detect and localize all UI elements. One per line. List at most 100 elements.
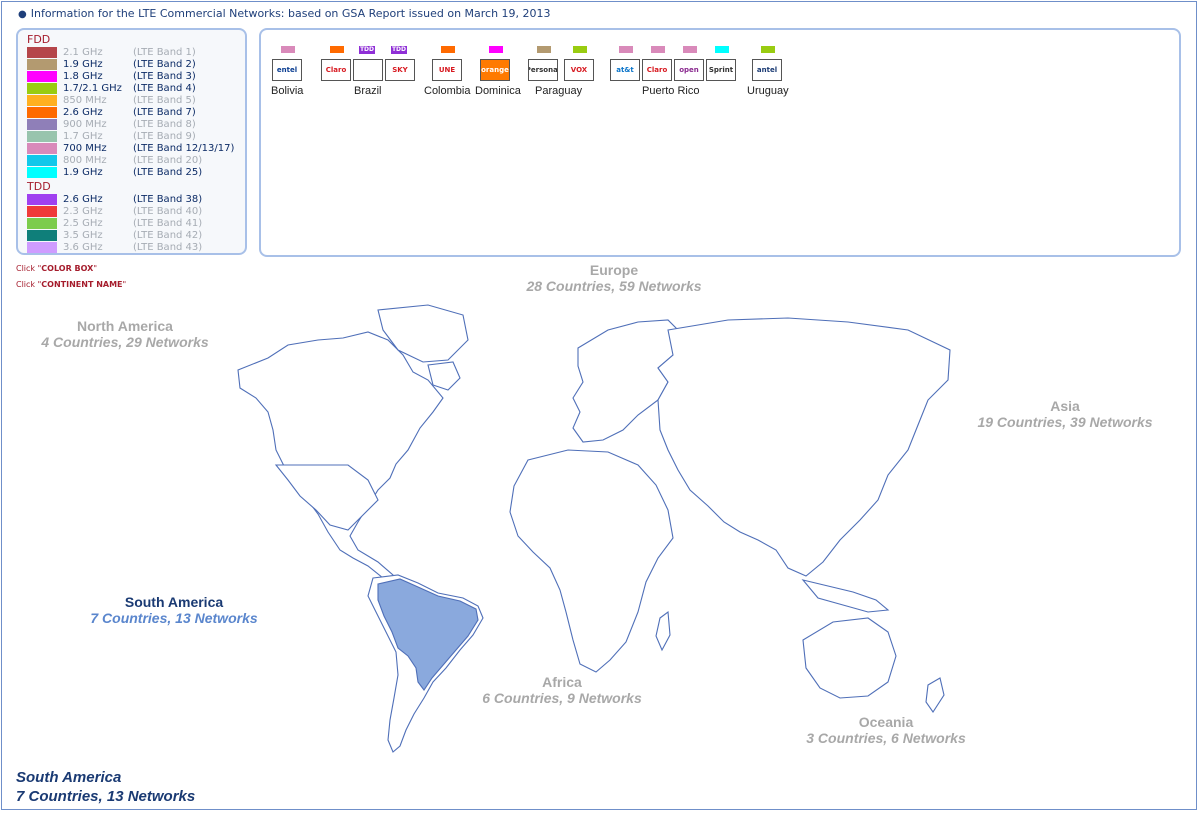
legend-frequency: 850 MHz (63, 95, 107, 106)
fdd-color-box[interactable] (27, 143, 57, 154)
north-america-landmass[interactable] (237, 304, 469, 583)
fdd-color-box[interactable] (27, 167, 57, 178)
tdd-badge: TDD (359, 46, 375, 54)
operator-logo[interactable]: Sprint (706, 59, 736, 81)
fdd-color-box[interactable] (27, 83, 57, 94)
tdd-badge: TDD (391, 46, 407, 54)
band-color-marker (281, 46, 295, 53)
band-color-marker (537, 46, 551, 53)
continent-europe-stats: 28 Countries, 59 Networks (526, 278, 702, 294)
tdd-color-box[interactable] (27, 206, 57, 217)
operator-logo[interactable]: SKY (385, 59, 415, 81)
continent-oceania-name[interactable]: Oceania (786, 714, 986, 730)
fdd-color-box[interactable] (27, 119, 57, 130)
operator-logo[interactable]: VOX (564, 59, 594, 81)
continent-north-america[interactable]: North America 4 Countries, 29 Networks (25, 318, 225, 350)
legend-frequency: 1.7/2.1 GHz (63, 83, 122, 94)
legend-band: (LTE Band 41) (133, 218, 203, 229)
legend-band: (LTE Band 1) (133, 47, 196, 58)
legend-band: (LTE Band 38) (133, 194, 203, 205)
fdd-color-box[interactable] (27, 155, 57, 166)
fdd-color-box[interactable] (27, 71, 57, 82)
continent-oceania[interactable]: Oceania 3 Countries, 6 Networks (786, 714, 986, 746)
continent-asia-name[interactable]: Asia (965, 398, 1165, 414)
legend-band: (LTE Band 25) (133, 167, 203, 178)
continent-north-america-name[interactable]: North America (25, 318, 225, 334)
bullet-icon: ● (18, 9, 27, 20)
continent-africa[interactable]: Africa 6 Countries, 9 Networks (462, 674, 662, 706)
legend-band: (LTE Band 4) (133, 83, 196, 94)
instruction-continent-name: Click "CONTINENT NAME" (16, 280, 127, 289)
legend-frequency: 2.5 GHz (63, 218, 103, 229)
selected-continent-summary: South America 7 Countries, 13 Networks (16, 768, 195, 806)
legend-frequency: 2.3 GHz (63, 206, 103, 217)
fdd-title: FDD (27, 33, 51, 46)
band-color-marker (573, 46, 587, 53)
operator-logo[interactable]: Personal (528, 59, 558, 81)
operator-logo[interactable]: open (674, 59, 704, 81)
country-colombia: Colombia (424, 85, 471, 97)
africa-landmass[interactable] (509, 449, 674, 673)
operators-panel: entel Claro TDD TDD SKY UNE orange Personal VOX a… (259, 28, 1181, 257)
fdd-color-box[interactable] (27, 107, 57, 118)
band-color-marker (441, 46, 455, 53)
asia-landmass[interactable] (657, 317, 951, 613)
continent-south-america[interactable]: South America 7 Countries, 13 Networks (74, 594, 274, 626)
legend-frequency: 800 MHz (63, 155, 107, 166)
operator-logo[interactable]: entel (272, 59, 302, 81)
country-uruguay: Uruguay (747, 85, 789, 97)
tdd-color-box[interactable] (27, 242, 57, 253)
tdd-color-box[interactable] (27, 194, 57, 205)
summary-stats: 7 Countries, 13 Networks (16, 788, 196, 805)
tdd-title: TDD (27, 180, 51, 193)
legend-band: (LTE Band 2) (133, 59, 196, 70)
operator-logo[interactable]: Claro (321, 59, 351, 81)
legend-frequency: 2.1 GHz (63, 47, 103, 58)
band-color-marker (761, 46, 775, 53)
legend-frequency: 2.6 GHz (63, 107, 103, 118)
country-dominica: Dominica (475, 85, 521, 97)
legend-frequency: 1.9 GHz (63, 59, 103, 70)
legend-band: (LTE Band 20) (133, 155, 203, 166)
legend-band: (LTE Band 43) (133, 242, 203, 253)
operator-logo[interactable] (353, 59, 383, 81)
country-brazil: Brazil (354, 85, 382, 97)
fdd-color-box[interactable] (27, 47, 57, 58)
fdd-color-box[interactable] (27, 95, 57, 106)
continent-asia[interactable]: Asia 19 Countries, 39 Networks (965, 398, 1165, 430)
legend-frequency: 1.7 GHz (63, 131, 103, 142)
instruction-color-box: Click "COLOR BOX" (16, 264, 97, 273)
operator-logo[interactable]: at&t (610, 59, 640, 81)
operator-logo[interactable]: UNE (432, 59, 462, 81)
legend-frequency: 1.9 GHz (63, 167, 103, 178)
legend-band: (LTE Band 3) (133, 71, 196, 82)
operator-logo[interactable]: Claro (642, 59, 672, 81)
south-america-landmass[interactable] (367, 574, 484, 753)
oceania-landmass[interactable] (802, 617, 945, 713)
band-color-marker (683, 46, 697, 53)
band-color-marker (489, 46, 503, 53)
fdd-color-box[interactable] (27, 131, 57, 142)
continent-europe[interactable]: Europe 28 Countries, 59 Networks (514, 262, 714, 294)
continent-europe-name[interactable]: Europe (514, 262, 714, 278)
legend-band: (LTE Band 8) (133, 119, 196, 130)
continent-south-america-name[interactable]: South America (74, 594, 274, 610)
country-puerto-rico: Puerto Rico (642, 85, 700, 97)
operator-logo[interactable]: antel (752, 59, 782, 81)
continent-africa-name[interactable]: Africa (462, 674, 662, 690)
legend-frequency: 1.8 GHz (63, 71, 103, 82)
summary-name: South America (16, 769, 122, 786)
operator-logo[interactable]: orange (480, 59, 510, 81)
tdd-color-box[interactable] (27, 230, 57, 241)
legend-band: (LTE Band 7) (133, 107, 196, 118)
band-color-marker (715, 46, 729, 53)
band-color-marker (651, 46, 665, 53)
legend-band: (LTE Band 9) (133, 131, 196, 142)
info-line: ● Information for the LTE Commercial Netw… (18, 7, 551, 20)
band-color-marker (619, 46, 633, 53)
legend-frequency: 900 MHz (63, 119, 107, 130)
country-bolivia: Bolivia (271, 85, 304, 97)
tdd-color-box[interactable] (27, 218, 57, 229)
legend-frequency: 3.5 GHz (63, 230, 103, 241)
fdd-color-box[interactable] (27, 59, 57, 70)
